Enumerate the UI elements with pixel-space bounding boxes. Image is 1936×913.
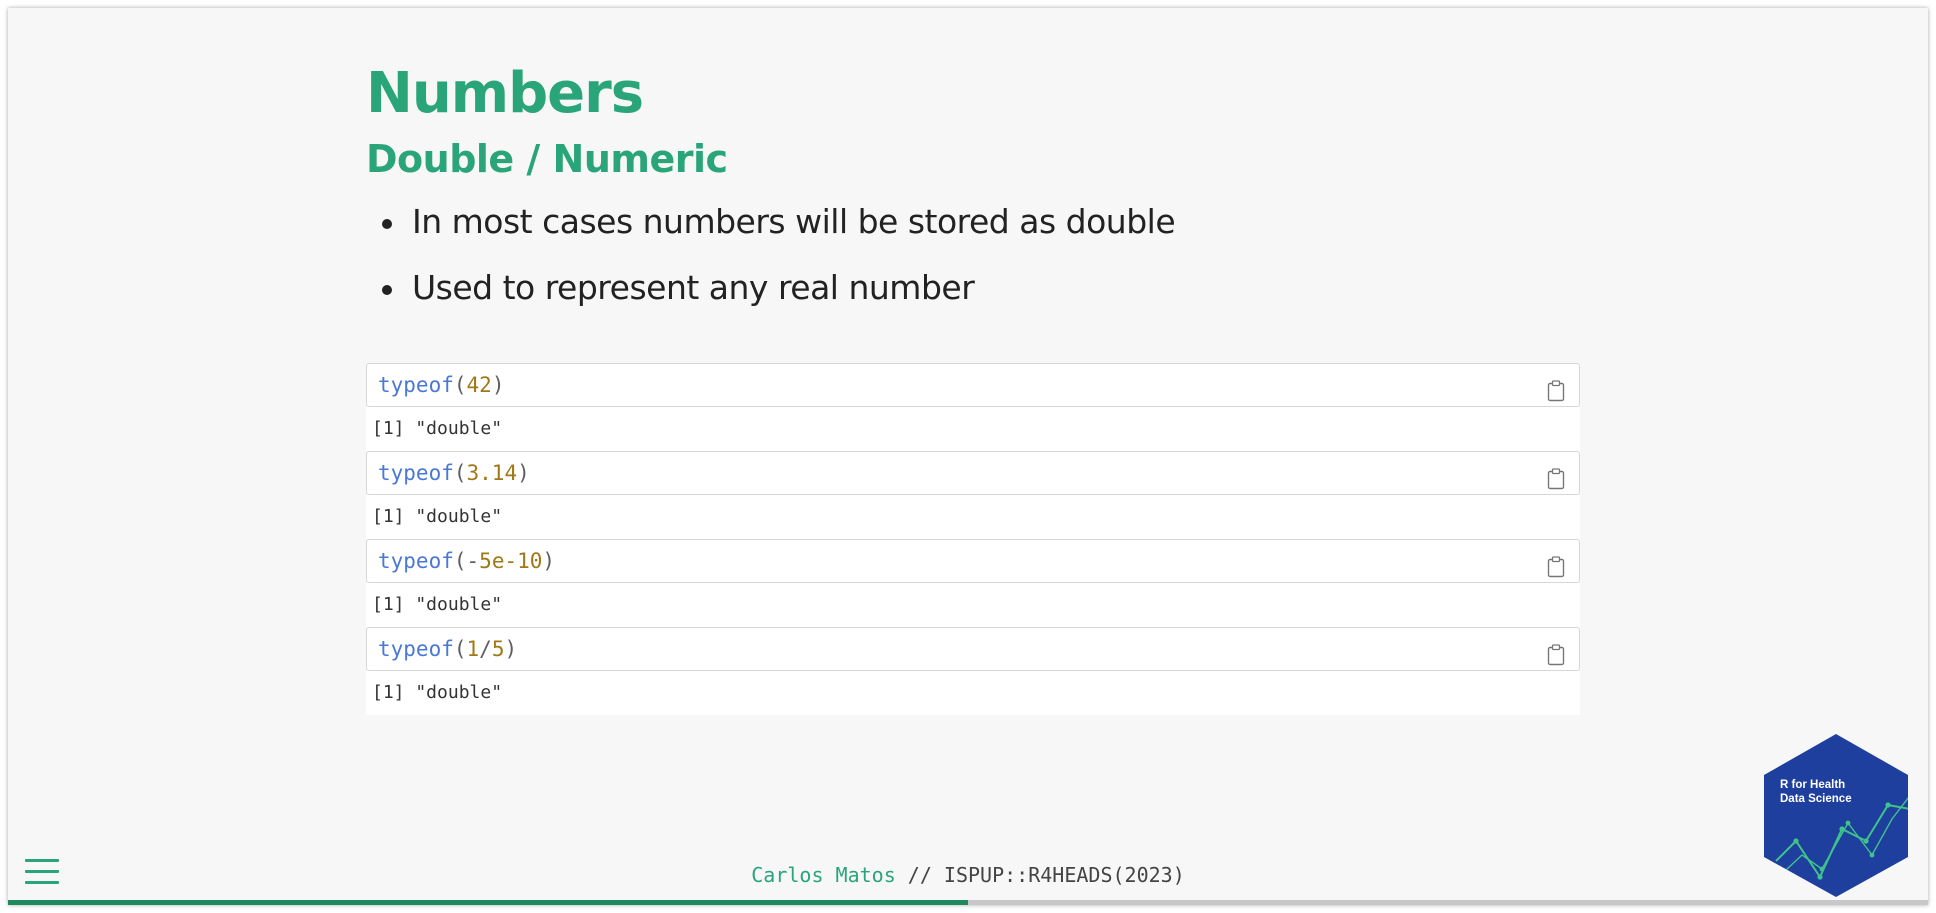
code-output: [1] "double": [366, 671, 1580, 715]
clipboard-icon[interactable]: [1547, 374, 1565, 402]
footer-course: ISPUP::R4HEADS(2023): [943, 863, 1185, 887]
code-block: typeof(-5e-10): [366, 539, 1580, 583]
slide-content: Numbers Double / Numeric In most cases n…: [366, 60, 1580, 332]
progress-bar: [8, 900, 1928, 905]
slide-subtitle: Double / Numeric: [366, 137, 728, 181]
code-token: typeof: [378, 549, 454, 573]
footer-author: Carlos Matos: [751, 863, 896, 887]
clipboard-icon[interactable]: [1547, 462, 1565, 490]
code-output: [1] "double": [366, 407, 1580, 451]
bullet-item: In most cases numbers will be stored as …: [366, 200, 1580, 244]
code-token: ): [517, 461, 530, 485]
progress-bar-fill: [8, 900, 968, 905]
code-block: typeof(3.14): [366, 451, 1580, 495]
logo-line-1: R for Health: [1780, 779, 1845, 791]
code-token: 5e-10: [479, 549, 543, 573]
code-output: [1] "double": [366, 495, 1580, 539]
slide-title: Numbers: [366, 61, 644, 126]
bullet-text: Used to represent any real number: [412, 268, 975, 307]
code-token: (: [453, 549, 467, 573]
code-token: ): [542, 549, 556, 573]
slide-footer: Carlos Matos // ISPUP::R4HEADS(2023): [8, 860, 1928, 890]
code-block: typeof(1/5): [366, 627, 1580, 671]
code-area: typeof(42) [1] "double" typeof(3.14) [1] "d…: [366, 363, 1580, 715]
slide-frame: Numbers Double / Numeric In most cases n…: [8, 8, 1928, 905]
code-token: ): [504, 637, 518, 661]
code-output: [1] "double": [366, 583, 1580, 627]
code-token: 42: [466, 373, 492, 397]
code-token: typeof: [378, 637, 454, 661]
bullet-item: Used to represent any real number: [366, 266, 1580, 310]
code-token: -: [466, 549, 480, 573]
code-block: typeof(42): [366, 363, 1580, 407]
code-token: /: [479, 637, 492, 661]
code-token: 5: [491, 637, 505, 661]
code-token: typeof: [378, 461, 454, 485]
clipboard-icon[interactable]: [1547, 550, 1565, 578]
code-token: ): [491, 373, 505, 397]
footer-separator: //: [895, 863, 944, 887]
bullet-list: In most cases numbers will be stored as …: [366, 200, 1580, 310]
bullet-dot-icon: [382, 285, 392, 295]
logo-line-2: Data Science: [1780, 793, 1852, 805]
code-token: (: [453, 461, 467, 485]
code-token: 1: [466, 637, 480, 661]
bullet-text: In most cases numbers will be stored as …: [412, 202, 1176, 241]
code-token: (: [453, 373, 467, 397]
bullet-dot-icon: [382, 219, 392, 229]
code-token: 3.14: [466, 461, 518, 485]
clipboard-icon[interactable]: [1547, 638, 1565, 666]
code-token: typeof: [378, 373, 454, 397]
code-token: (: [453, 637, 467, 661]
